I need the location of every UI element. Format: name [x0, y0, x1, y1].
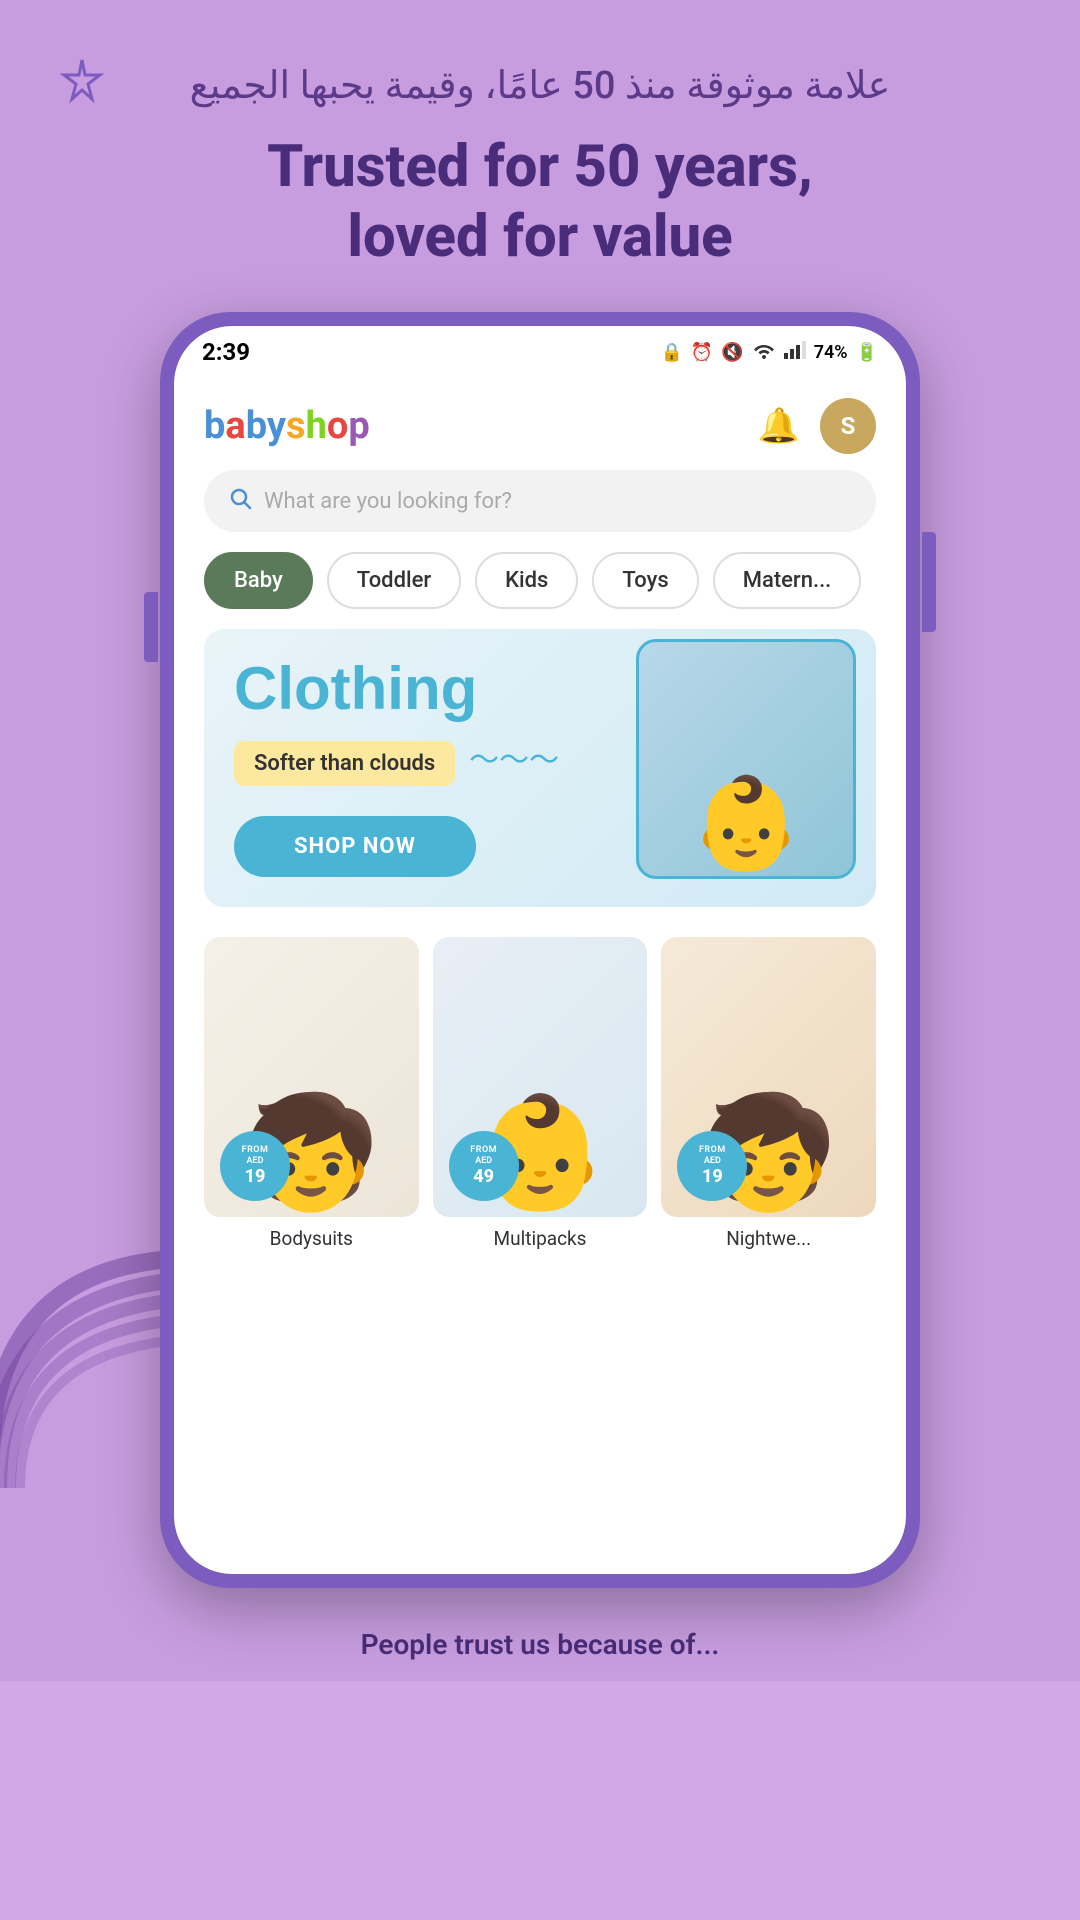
currency-3: AED	[704, 1156, 721, 1167]
app-header: babyshop 🔔 S	[174, 374, 906, 470]
product-grid: 🧒 FROM AED 19 Bodysuits	[174, 937, 906, 1260]
clothing-banner[interactable]: Clothing Softer than clouds 〜〜〜 SHOP NOW…	[204, 629, 876, 907]
notification-bell-icon[interactable]: 🔔	[758, 406, 800, 446]
tab-maternity[interactable]: Matern...	[713, 552, 862, 609]
alarm-icon: ⏰	[691, 342, 713, 363]
price-badge-multipacks: FROM AED 49	[449, 1131, 519, 1201]
product-image-multipacks: 👶 FROM AED 49	[433, 937, 648, 1217]
logo-b: b	[204, 404, 225, 448]
banner-subtitle: Softer than clouds	[234, 741, 455, 786]
headline-line1: Trusted for 50 years,	[40, 133, 1040, 203]
logo-by: by	[246, 404, 286, 448]
arabic-headline: علامة موثوقة منذ 50 عامًا، وقيمة يحبها ا…	[40, 60, 1040, 113]
wifi-icon	[752, 341, 776, 364]
lock-icon: 🔒	[660, 342, 682, 363]
search-container: What are you looking for?	[174, 470, 906, 552]
product-image-nightwear: 🧒 FROM AED 19	[661, 937, 876, 1217]
shop-now-button[interactable]: SHOP NOW	[234, 816, 476, 877]
banner-title: Clothing	[234, 659, 846, 719]
product-name-bodysuits: Bodysuits	[204, 1227, 419, 1260]
babyshop-logo: babyshop	[204, 404, 370, 448]
tab-toddler[interactable]: Toddler	[327, 552, 461, 609]
bottom-text: People trust us because of...	[0, 1588, 1080, 1681]
phone-outer-shell: 2:39 🔒 ⏰ 🔇 74% 🔋	[160, 312, 920, 1588]
star-decoration	[55, 55, 110, 110]
price-amount-3: 19	[702, 1166, 723, 1188]
category-tabs: Baby Toddler Kids Toys Matern...	[174, 552, 906, 629]
tab-baby[interactable]: Baby	[204, 552, 313, 609]
logo-h: h	[306, 404, 327, 448]
search-placeholder-text: What are you looking for?	[264, 489, 512, 514]
currency-1: AED	[247, 1156, 264, 1167]
product-card-bodysuits[interactable]: 🧒 FROM AED 19 Bodysuits	[204, 937, 419, 1260]
product-name-nightwear: Nightwe...	[661, 1227, 876, 1260]
headline-line2: loved for value	[40, 203, 1040, 273]
status-time: 2:39	[202, 338, 250, 366]
tab-toys[interactable]: Toys	[592, 552, 698, 609]
banner-content: Clothing Softer than clouds 〜〜〜 SHOP NOW	[234, 659, 846, 877]
logo-a: a	[225, 404, 245, 448]
app-content: babyshop 🔔 S	[174, 374, 906, 1574]
product-card-multipacks[interactable]: 👶 FROM AED 49 Multipacks	[433, 937, 648, 1260]
from-label-2: FROM	[470, 1145, 497, 1156]
status-bar: 2:39 🔒 ⏰ 🔇 74% 🔋	[174, 326, 906, 374]
product-name-multipacks: Multipacks	[433, 1227, 648, 1260]
english-headline: Trusted for 50 years, loved for value	[40, 133, 1040, 272]
mute-icon: 🔇	[721, 342, 743, 363]
search-icon	[228, 486, 252, 516]
signal-icon	[784, 341, 806, 364]
product-image-bodysuits: 🧒 FROM AED 19	[204, 937, 419, 1217]
phone-screen: 2:39 🔒 ⏰ 🔇 74% 🔋	[174, 326, 906, 1574]
price-amount-1: 19	[245, 1166, 266, 1188]
price-amount-2: 49	[473, 1166, 494, 1188]
search-bar[interactable]: What are you looking for?	[204, 470, 876, 532]
status-icons: 🔒 ⏰ 🔇 74% 🔋	[660, 341, 878, 364]
logo-s: s	[286, 404, 306, 448]
from-label-3: FROM	[699, 1145, 726, 1156]
logo-o: o	[327, 404, 348, 448]
currency-2: AED	[475, 1156, 492, 1167]
logo-p: p	[348, 404, 369, 448]
from-label-1: FROM	[242, 1145, 269, 1156]
price-badge-bodysuits: FROM AED 19	[220, 1131, 290, 1201]
battery-status: 74%	[814, 342, 848, 363]
phone-mockup: 2:39 🔒 ⏰ 🔇 74% 🔋	[40, 312, 1040, 1588]
hero-section: علامة موثوقة منذ 50 عامًا، وقيمة يحبها ا…	[0, 0, 1080, 1588]
product-card-nightwear[interactable]: 🧒 FROM AED 19 Nightwe...	[661, 937, 876, 1260]
tab-kids[interactable]: Kids	[475, 552, 578, 609]
user-avatar[interactable]: S	[820, 398, 876, 454]
battery-icon: 🔋	[856, 342, 878, 363]
header-icons: 🔔 S	[758, 398, 876, 454]
squiggle-decoration: 〜〜〜	[469, 743, 559, 778]
